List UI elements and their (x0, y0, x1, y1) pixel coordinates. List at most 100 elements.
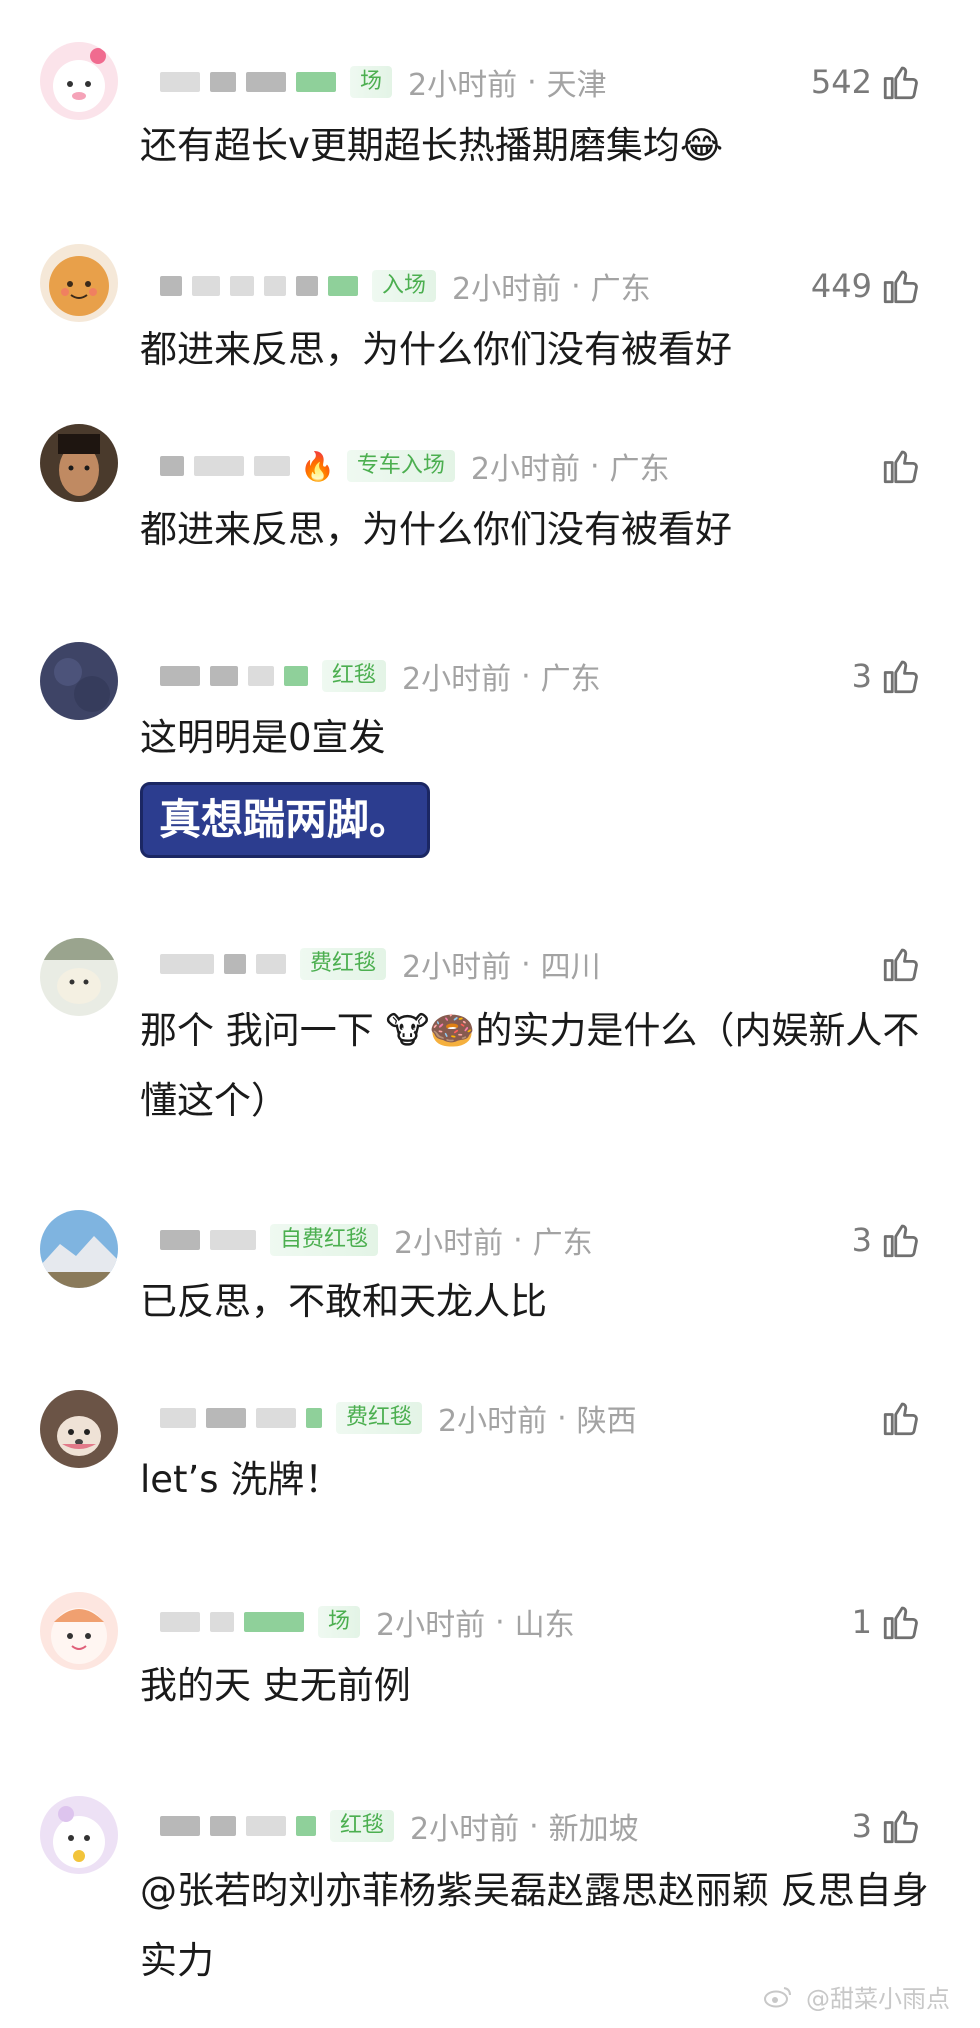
avatar[interactable] (40, 424, 118, 502)
comment-text: 已反思，不敢和天龙人比 (140, 1280, 547, 1323)
comment-location: 四川 (540, 950, 601, 985)
separator: · (495, 1604, 505, 1640)
username-redacted (296, 276, 318, 296)
like-button[interactable]: 1 (852, 1598, 922, 1646)
username-redacted (192, 276, 220, 296)
user-badge: 自费红毯 (270, 1224, 379, 1256)
username-redacted (160, 276, 182, 296)
comment-meta: 红毯 2小时前 · 广东 (160, 652, 940, 700)
like-button[interactable]: 3 (852, 1802, 922, 1850)
comment-meta: 费红毯 2小时前 · 四川 (160, 940, 940, 988)
avatar[interactable] (40, 1210, 118, 1288)
avatar[interactable] (40, 42, 118, 120)
username-redacted (248, 666, 274, 686)
thumbs-up-icon (880, 1805, 922, 1847)
username-redacted (244, 1612, 304, 1632)
thumbs-up-icon (880, 1397, 922, 1439)
like-button[interactable] (872, 1394, 922, 1442)
username-redacted (296, 1816, 316, 1836)
user-badge: 场 (318, 1606, 361, 1638)
username-redacted (284, 666, 308, 686)
comment-location: 陕西 (576, 1404, 637, 1439)
comment-text: 还有超长v更期超长热播期磨集均😂 (140, 124, 724, 167)
comment-time: 2小时前 (470, 452, 580, 487)
username-redacted (296, 72, 336, 92)
like-button[interactable]: 3 (852, 1216, 922, 1264)
comment-meta: 🔥 专车入场 2小时前 · 广东 (160, 442, 940, 490)
user-badge: 费红毯 (336, 1402, 423, 1434)
watermark: @甜菜小雨点 (764, 1979, 950, 2014)
avatar[interactable] (40, 1390, 118, 1468)
like-button[interactable]: 542 (811, 58, 922, 106)
comment-location: 新加坡 (548, 1812, 639, 1847)
user-badge: 红毯 (322, 660, 387, 692)
like-button[interactable] (872, 442, 922, 490)
username-redacted (246, 72, 286, 92)
username-redacted (160, 1816, 200, 1836)
comment-time: 2小时前 (438, 1404, 548, 1439)
avatar[interactable] (40, 1796, 118, 1874)
username-redacted (160, 1408, 196, 1428)
username-redacted (160, 456, 184, 476)
separator: · (521, 658, 531, 694)
comment-text: 那个 我问一下 🐮🍩的实力是什么（内娱新人不懂这个） (140, 1009, 920, 1122)
comment-text: 都进来反思，为什么你们没有被看好 (140, 508, 732, 551)
username-redacted (328, 276, 358, 296)
thumbs-up-icon (880, 61, 922, 103)
comment-meta: 自费红毯 2小时前 · 广东 (160, 1216, 940, 1264)
like-count: 449 (810, 267, 872, 305)
like-button[interactable]: 3 (852, 652, 922, 700)
user-badge: 场 (350, 66, 393, 98)
comment-time: 2小时前 (376, 1608, 486, 1643)
avatar[interactable] (40, 938, 118, 1016)
comment-time: 2小时前 (452, 272, 562, 307)
comment-time: 2小时前 (394, 1226, 504, 1261)
like-count: 3 (851, 1807, 872, 1845)
like-button[interactable] (872, 940, 922, 988)
username-redacted (194, 456, 244, 476)
username-redacted (160, 1230, 200, 1250)
like-button[interactable]: 449 (811, 262, 922, 310)
sticker-image[interactable]: 真想踹两脚。 (140, 782, 431, 858)
separator: · (521, 946, 531, 982)
username-redacted (256, 954, 286, 974)
comment-time: 2小时前 (402, 950, 512, 985)
username-redacted (246, 1816, 286, 1836)
avatar[interactable] (40, 642, 118, 720)
username-redacted (210, 1230, 256, 1250)
like-count: 542 (810, 63, 872, 101)
thumbs-up-icon (880, 655, 922, 697)
comment-location: 山东 (514, 1608, 575, 1643)
like-count: 1 (851, 1603, 872, 1641)
separator: · (589, 448, 600, 484)
username-redacted (210, 666, 238, 686)
separator: · (557, 1400, 567, 1436)
username-redacted (210, 1816, 236, 1836)
separator: · (529, 1808, 539, 1844)
avatar[interactable] (40, 1592, 118, 1670)
comment-text: 这明明是0宣发 (140, 716, 386, 759)
comment-location: 广东 (609, 452, 670, 487)
comment-meta: 费红毯 2小时前 · 陕西 (160, 1394, 940, 1442)
user-badge: 专车入场 (346, 450, 455, 482)
thumbs-up-icon (880, 943, 922, 985)
username-redacted (264, 276, 286, 296)
username-redacted (210, 1612, 234, 1632)
weibo-logo-icon (764, 1986, 792, 2014)
comment-time: 2小时前 (410, 1812, 520, 1847)
username-redacted (256, 1408, 296, 1428)
separator: · (527, 64, 537, 100)
comment-text: let’s 洗牌！ (140, 1458, 342, 1501)
comment-meta: 红毯 2小时前 · 新加坡 (160, 1802, 940, 1850)
comment-text: @张若昀刘亦菲杨紫吴磊赵露思赵丽颖 反思自身实力 (140, 1869, 929, 1982)
comment-location: 天津 (546, 68, 607, 103)
watermark-text: @甜菜小雨点 (806, 1985, 950, 2013)
username-redacted[interactable] (160, 72, 200, 92)
username-redacted (210, 72, 236, 92)
comment-text: 我的天 史无前例 (140, 1664, 411, 1707)
username-redacted (206, 1408, 246, 1428)
comment-location: 广东 (532, 1226, 593, 1261)
fire-icon: 🔥 (300, 449, 335, 483)
avatar[interactable] (40, 244, 118, 322)
comment-text: 都进来反思，为什么你们没有被看好 (140, 328, 732, 371)
